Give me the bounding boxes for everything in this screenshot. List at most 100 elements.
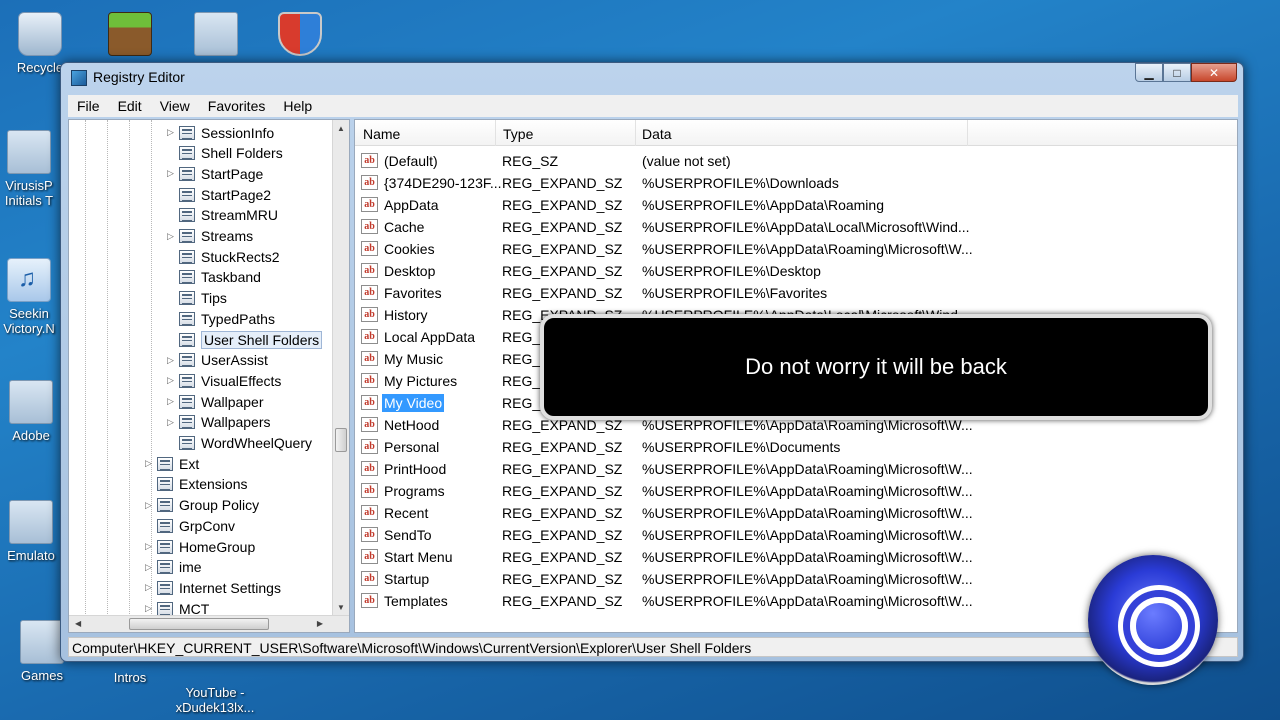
- value-row[interactable]: ab Personal REG_EXPAND_SZ %USERPROFILE%\Doc…: [355, 436, 1237, 458]
- scroll-up-icon[interactable]: ▲: [337, 124, 345, 133]
- tree-item-label: StuckRects2: [201, 248, 280, 265]
- tree-item[interactable]: ▷ UserAssist: [167, 350, 268, 371]
- tree-item[interactable]: TypedPaths: [167, 308, 275, 329]
- tree-vertical-scrollbar[interactable]: ▲ ▼: [332, 120, 349, 616]
- expand-arrow-icon[interactable]: ▷: [167, 417, 179, 428]
- expand-arrow-icon[interactable]: ▷: [167, 375, 179, 386]
- tree-item[interactable]: User Shell Folders: [167, 329, 323, 350]
- value-row[interactable]: ab {374DE290-123F... REG_EXPAND_SZ %USERPRO…: [355, 172, 1237, 194]
- tree-item[interactable]: WordWheelQuery: [167, 433, 312, 454]
- desktop-icon-folder[interactable]: [176, 12, 256, 60]
- desktop-icon-emulators[interactable]: Emulato: [0, 500, 66, 563]
- tree-item[interactable]: ▷ Group Policy: [145, 495, 259, 516]
- column-header-data[interactable]: Data: [642, 126, 672, 142]
- column-separator[interactable]: [495, 120, 496, 146]
- column-header-name[interactable]: Name: [363, 126, 400, 142]
- tree-item[interactable]: ▷ StartPage: [167, 163, 263, 184]
- expand-arrow-icon[interactable]: ▷: [145, 562, 157, 573]
- tree-item[interactable]: ▷ Wallpapers: [167, 412, 271, 433]
- tree-item[interactable]: ▷ HomeGroup: [145, 536, 255, 557]
- expand-arrow-icon[interactable]: ▷: [145, 582, 157, 593]
- tree-item[interactable]: ▷ Ext: [145, 453, 199, 474]
- menu-edit[interactable]: Edit: [109, 98, 151, 114]
- column-header-type[interactable]: Type: [503, 126, 533, 142]
- expand-arrow-icon[interactable]: ▷: [145, 458, 157, 469]
- value-row[interactable]: ab Favorites REG_EXPAND_SZ %USERPROFILE%\Fa…: [355, 282, 1237, 304]
- recycle-bin-icon: [18, 12, 62, 56]
- registry-key-icon: [179, 187, 195, 202]
- registry-key-icon: [179, 353, 195, 368]
- desktop-icon-mp3[interactable]: Seekin Victory.N: [0, 258, 64, 336]
- tree-item[interactable]: Taskband: [167, 267, 261, 288]
- desktop-icon-youtube[interactable]: YouTube - xDudek13lx...: [170, 670, 260, 720]
- tree-item[interactable]: ▷ Internet Settings: [145, 577, 281, 598]
- folder-icon: [9, 500, 53, 544]
- tree-item[interactable]: GrpConv: [145, 515, 235, 536]
- desktop-icon-intros[interactable]: Intros: [100, 670, 160, 685]
- menu-file[interactable]: File: [68, 98, 109, 114]
- expand-arrow-icon[interactable]: ▷: [167, 231, 179, 242]
- menu-view[interactable]: View: [151, 98, 199, 114]
- maximize-button[interactable]: □: [1163, 63, 1191, 82]
- minimize-button[interactable]: ▁: [1135, 63, 1163, 82]
- tree-item[interactable]: ▷ Wallpaper: [167, 391, 264, 412]
- value-row[interactable]: ab Cookies REG_EXPAND_SZ %USERPROFILE%\AppD…: [355, 238, 1237, 260]
- value-row[interactable]: ab SendTo REG_EXPAND_SZ %USERPROFILE%\AppDa…: [355, 524, 1237, 546]
- desktop-icon-winrar[interactable]: [260, 12, 340, 60]
- string-value-icon: ab: [361, 527, 378, 542]
- expand-arrow-icon[interactable]: ▷: [145, 541, 157, 552]
- tree-item-label: SessionInfo: [201, 124, 275, 141]
- scroll-thumb[interactable]: [335, 428, 347, 452]
- value-name: NetHood: [384, 417, 440, 433]
- tree-item[interactable]: ▷ ime: [145, 557, 202, 578]
- scroll-thumb[interactable]: [129, 618, 269, 630]
- status-bar: Computer\HKEY_CURRENT_USER\Software\Micr…: [68, 637, 1238, 657]
- value-row[interactable]: ab PrintHood REG_EXPAND_SZ %USERPROFILE%\Ap…: [355, 458, 1237, 480]
- menu-favorites[interactable]: Favorites: [199, 98, 275, 114]
- desktop-icon-minecraft[interactable]: [90, 12, 170, 60]
- expand-arrow-icon[interactable]: ▷: [167, 355, 179, 366]
- value-row[interactable]: ab Programs REG_EXPAND_SZ %USERPROFILE%\App…: [355, 480, 1237, 502]
- value-row[interactable]: ab AppData REG_EXPAND_SZ %USERPROFILE%\AppD…: [355, 194, 1237, 216]
- value-row[interactable]: ab Cache REG_EXPAND_SZ %USERPROFILE%\AppDat…: [355, 216, 1237, 238]
- column-separator[interactable]: [967, 120, 968, 146]
- tree-item[interactable]: ▷ Streams: [167, 226, 253, 247]
- expand-arrow-icon[interactable]: ▷: [145, 603, 157, 614]
- tree-item[interactable]: ▷ VisualEffects: [167, 370, 281, 391]
- menu-help[interactable]: Help: [274, 98, 321, 114]
- tree-item[interactable]: StreamMRU: [167, 205, 278, 226]
- tree-item[interactable]: Shell Folders: [167, 143, 283, 164]
- value-type: REG_EXPAND_SZ: [502, 593, 623, 609]
- value-data: %USERPROFILE%\Downloads: [642, 175, 839, 191]
- expand-arrow-icon[interactable]: ▷: [145, 500, 157, 511]
- value-data: %USERPROFILE%\AppData\Roaming\Microsoft\…: [642, 241, 973, 257]
- expand-arrow-icon[interactable]: ▷: [167, 127, 179, 138]
- column-separator[interactable]: [635, 120, 636, 146]
- registry-key-icon: [179, 394, 195, 409]
- tree-item[interactable]: StartPage2: [167, 184, 271, 205]
- value-row[interactable]: ab Desktop REG_EXPAND_SZ %USERPROFILE%\Desk…: [355, 260, 1237, 282]
- value-row[interactable]: ab (Default) REG_SZ (value not set): [355, 150, 1237, 172]
- expand-arrow-icon[interactable]: ▷: [167, 396, 179, 407]
- registry-tree[interactable]: ▷ SessionInfo Shell Folders ▷ StartPage Start…: [68, 119, 350, 633]
- tree-item[interactable]: Tips: [167, 288, 227, 309]
- title-bar[interactable]: Registry Editor ▁ □ ✕: [61, 63, 1243, 91]
- tree-item[interactable]: StuckRects2: [167, 246, 280, 267]
- value-data: %USERPROFILE%\Favorites: [642, 285, 828, 301]
- close-button[interactable]: ✕: [1191, 63, 1237, 82]
- value-type: REG_EXPAND_SZ: [502, 505, 623, 521]
- tree-item[interactable]: ▷ SessionInfo: [167, 122, 274, 143]
- value-name: PrintHood: [384, 461, 447, 477]
- value-row[interactable]: ab Recent REG_EXPAND_SZ %USERPROFILE%\AppDa…: [355, 502, 1237, 524]
- desktop-icon-virusis[interactable]: VirusisP Initials T: [0, 130, 64, 208]
- scroll-down-icon[interactable]: ▼: [337, 603, 345, 612]
- scroll-right-icon[interactable]: ▶: [317, 619, 323, 628]
- desktop-icon-adobe[interactable]: Adobe: [0, 380, 66, 443]
- value-name: Desktop: [384, 263, 436, 279]
- tree-item[interactable]: Extensions: [145, 474, 247, 495]
- scroll-left-icon[interactable]: ◀: [75, 619, 81, 628]
- tree-horizontal-scrollbar[interactable]: ◀ ▶: [69, 615, 349, 632]
- value-row[interactable]: ab Start Menu REG_EXPAND_SZ %USERPROFILE%\A…: [355, 546, 1237, 568]
- tree-item-label: ime: [179, 559, 202, 576]
- expand-arrow-icon[interactable]: ▷: [167, 168, 179, 179]
